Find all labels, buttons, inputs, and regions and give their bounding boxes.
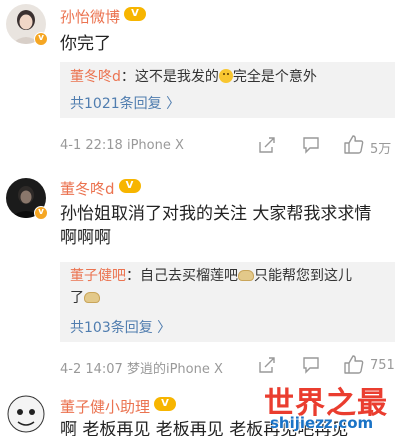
comment-username[interactable]: 董冬咚d — [60, 178, 141, 199]
like-count: 751 — [370, 358, 395, 373]
comment-meta: 4-1 22:18 iPhone X — [60, 138, 184, 153]
avatar[interactable] — [6, 394, 46, 434]
reply-username[interactable]: 董冬咚d — [70, 69, 121, 85]
comment-item: v 董冬咚d 孙怡姐取消了对我的关注 大家帮我求求情 啊啊啊 董子健吧：自己去买… — [0, 170, 405, 380]
vip-crown-icon — [118, 179, 141, 193]
watermark-url: shijiezz.com — [270, 414, 374, 432]
durian-emoji-icon — [84, 292, 100, 303]
comment-item: v 孙怡微博 你完了 董冬咚d：这不是我发的完全是个意外 共1021条回复 〉 … — [0, 0, 405, 160]
reply-text: 董子健吧：自己去买榴莲吧 只能帮您到这儿 — [70, 268, 352, 284]
reply-username[interactable]: 董子健吧 — [70, 268, 126, 284]
site-watermark: 世界之最 shijiezz.com — [262, 378, 402, 436]
vip-crown-icon — [124, 7, 147, 21]
like-icon[interactable] — [344, 355, 364, 378]
reply-box[interactable]: 董子健吧：自己去买榴莲吧 只能帮您到这儿 了 共103条回复 〉 — [60, 262, 395, 342]
comment-meta: 4-2 14:07 梦逍的iPhone X — [60, 362, 223, 377]
reply-text: 董冬咚d：这不是我发的 完全是个意外 — [70, 69, 317, 85]
comment-username[interactable]: 董子健小助理 — [60, 396, 177, 417]
smile-emoji-icon — [218, 69, 233, 83]
verified-badge-icon: v — [34, 206, 48, 220]
like-icon[interactable] — [344, 135, 364, 158]
comment-icon[interactable] — [302, 356, 320, 378]
durian-emoji-icon — [238, 270, 254, 281]
verified-badge-icon: v — [34, 32, 48, 46]
comment-text: 孙怡姐取消了对我的关注 大家帮我求求情 啊啊啊 — [60, 204, 372, 248]
comment-text: 你完了 — [60, 34, 111, 54]
more-replies-link[interactable]: 共1021条回复 〉 — [70, 93, 180, 113]
more-replies-link[interactable]: 共103条回复 〉 — [70, 317, 171, 337]
vip-crown-icon — [154, 397, 177, 411]
comment-icon[interactable] — [302, 136, 320, 158]
reply-text-line2: 了 — [70, 287, 100, 309]
comment-username[interactable]: 孙怡微博 — [60, 6, 147, 27]
share-icon[interactable] — [258, 356, 276, 378]
like-count: 5万 — [370, 142, 392, 157]
reply-box[interactable]: 董冬咚d：这不是我发的 完全是个意外 共1021条回复 〉 — [60, 62, 395, 118]
share-icon[interactable] — [258, 136, 276, 158]
